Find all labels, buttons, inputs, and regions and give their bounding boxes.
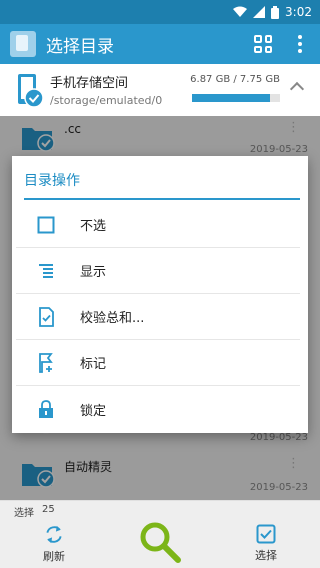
menu-item-mark[interactable]: 标记 [16, 340, 300, 386]
selection-count: 25 [42, 504, 55, 515]
refresh-icon [46, 525, 62, 544]
directory-actions-dialog: 目录操作 不选 显示 校验总和... 标记 锁定 [12, 156, 308, 433]
lock-icon [36, 399, 56, 419]
grid-view-icon[interactable] [254, 35, 272, 53]
bottom-bar: 刷新 选择 [0, 518, 320, 568]
list-icon [36, 261, 56, 281]
chevron-up-icon[interactable] [289, 81, 305, 97]
storage-name: 手机存储空间 [50, 76, 129, 91]
menu-item-lock[interactable]: 锁定 [16, 386, 300, 432]
storage-usage-fill [192, 94, 270, 102]
storage-header[interactable]: 手机存储空间 /storage/emulated/0 6.87 GB / 7.7… [0, 64, 320, 116]
menu-item-show[interactable]: 显示 [16, 248, 300, 294]
select-button[interactable]: 选择 [236, 524, 296, 564]
dialog-divider [24, 198, 300, 200]
wifi-icon [233, 6, 248, 17]
page-title: 选择目录 [46, 36, 114, 57]
menu-item-deselect[interactable]: 不选 [16, 202, 300, 248]
storage-path: /storage/emulated/0 [50, 94, 163, 107]
signal-icon [253, 6, 266, 18]
dialog-title: 目录操作 [24, 173, 80, 189]
menu-item-label: 不选 [80, 219, 107, 234]
app-logo-icon [10, 31, 36, 57]
status-icons: 3:02 [233, 4, 312, 20]
app-bar: 选择目录 [0, 24, 320, 64]
bookmark-icon [36, 352, 56, 373]
refresh-button[interactable]: 刷新 [24, 524, 84, 564]
menu-item-label: 标记 [80, 357, 107, 372]
search-icon[interactable] [138, 520, 182, 564]
status-time: 3:02 [285, 5, 312, 19]
battery-icon [271, 5, 280, 19]
menu-item-checksum[interactable]: 校验总和... [16, 294, 300, 340]
select-label: 选择 [255, 549, 277, 562]
checksum-icon [36, 306, 56, 327]
selection-summary: 选择 25 [0, 500, 320, 519]
storage-usage-bar [192, 94, 280, 102]
selection-label: 选择 [14, 508, 34, 519]
more-vert-icon[interactable] [298, 35, 302, 53]
menu-item-label: 显示 [80, 265, 107, 280]
menu-item-label: 校验总和... [80, 311, 145, 326]
storage-size: 6.87 GB / 7.75 GB [190, 74, 280, 85]
checkbox-checked-icon [256, 524, 276, 544]
status-bar: 3:02 [0, 0, 320, 24]
checkbox-icon [36, 215, 56, 235]
menu-item-label: 锁定 [80, 403, 107, 419]
phone-storage-icon [18, 74, 44, 108]
refresh-label: 刷新 [43, 550, 65, 563]
